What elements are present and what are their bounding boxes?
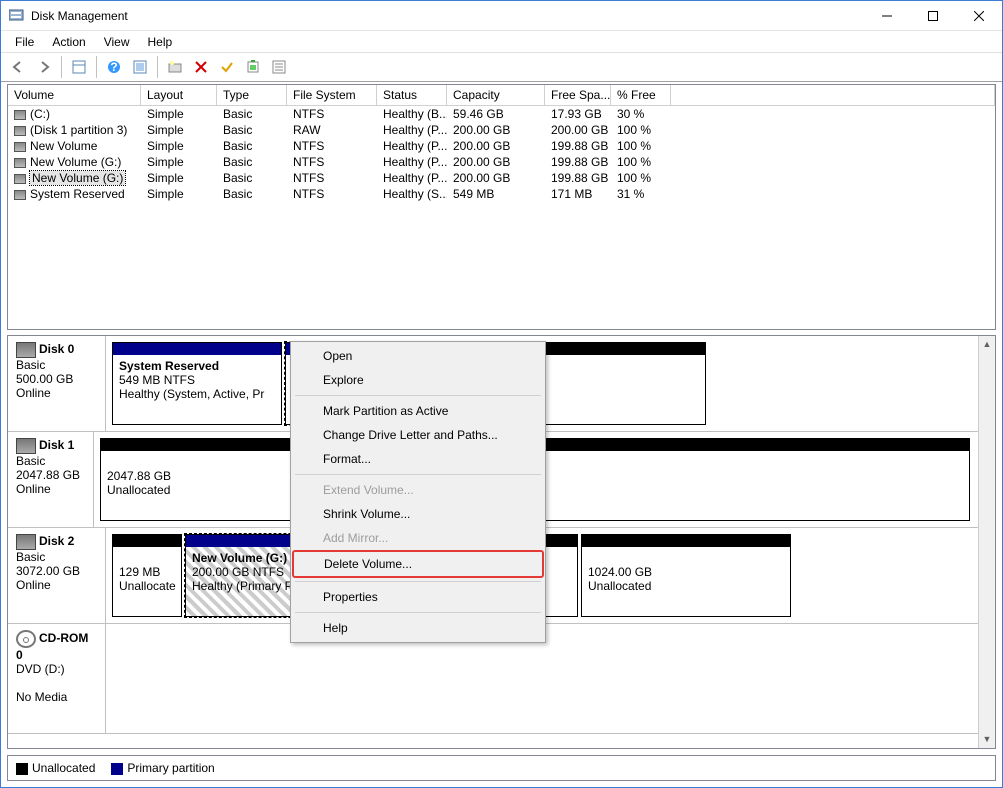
properties-icon[interactable] (268, 56, 290, 78)
close-button[interactable] (956, 1, 1002, 31)
col-type[interactable]: Type (217, 85, 287, 105)
menu-file[interactable]: File (7, 33, 42, 51)
col-status[interactable]: Status (377, 85, 447, 105)
ctx-format[interactable]: Format... (293, 447, 543, 471)
legend: Unallocated Primary partition (7, 755, 996, 781)
table-row[interactable]: New Volume (G:)SimpleBasicNTFSHealthy (P… (8, 170, 995, 186)
help-icon[interactable]: ? (103, 56, 125, 78)
menubar: File Action View Help (1, 31, 1002, 53)
table-row[interactable]: New Volume (G:)SimpleBasicNTFSHealthy (P… (8, 154, 995, 170)
legend-unallocated: Unallocated (16, 761, 95, 775)
titlebar: Disk Management (1, 1, 1002, 31)
volume-list-header: Volume Layout Type File System Status Ca… (8, 85, 995, 106)
ctx-properties[interactable]: Properties (293, 585, 543, 609)
legend-primary: Primary partition (111, 761, 214, 775)
col-volume[interactable]: Volume (8, 85, 141, 105)
refresh-icon[interactable] (129, 56, 151, 78)
scroll-down-icon[interactable]: ▼ (979, 731, 995, 748)
window-title: Disk Management (31, 9, 128, 23)
disk-info: Disk 2Basic3072.00 GBOnline (8, 528, 106, 623)
disk-info: Disk 1Basic2047.88 GBOnline (8, 432, 94, 527)
menu-view[interactable]: View (96, 33, 138, 51)
delete-icon[interactable] (190, 56, 212, 78)
col-free[interactable]: Free Spa... (545, 85, 611, 105)
svg-text:?: ? (110, 60, 117, 74)
toolbar: ? (1, 53, 1002, 82)
col-spacer (671, 85, 995, 105)
scrollbar[interactable]: ▲ ▼ (978, 336, 995, 748)
menu-action[interactable]: Action (44, 33, 93, 51)
disk-info: CD-ROM 0DVD (D:)No Media (8, 624, 106, 733)
ctx-mark-active[interactable]: Mark Partition as Active (293, 399, 543, 423)
settings-icon[interactable] (164, 56, 186, 78)
disk-info: Disk 0Basic500.00 GBOnline (8, 336, 106, 431)
minimize-button[interactable] (864, 1, 910, 31)
col-capacity[interactable]: Capacity (447, 85, 545, 105)
col-filesystem[interactable]: File System (287, 85, 377, 105)
rescan-icon[interactable] (242, 56, 264, 78)
ctx-delete-volume[interactable]: Delete Volume... (292, 550, 544, 578)
table-row[interactable]: New VolumeSimpleBasicNTFSHealthy (P...20… (8, 138, 995, 154)
partition[interactable]: 1024.00 GBUnallocated (581, 534, 791, 617)
check-icon[interactable] (216, 56, 238, 78)
ctx-add-mirror: Add Mirror... (293, 526, 543, 550)
scroll-up-icon[interactable]: ▲ (979, 336, 995, 353)
app-icon (9, 8, 25, 24)
ctx-open[interactable]: Open (293, 344, 543, 368)
ctx-help[interactable]: Help (293, 616, 543, 640)
partition[interactable]: 129 MBUnallocate (112, 534, 182, 617)
table-row[interactable]: System ReservedSimpleBasicNTFSHealthy (S… (8, 186, 995, 202)
forward-button[interactable] (33, 56, 55, 78)
ctx-extend: Extend Volume... (293, 478, 543, 502)
partition[interactable]: System Reserved549 MB NTFSHealthy (Syste… (112, 342, 282, 425)
maximize-button[interactable] (910, 1, 956, 31)
ctx-change-letter[interactable]: Change Drive Letter and Paths... (293, 423, 543, 447)
context-menu: Open Explore Mark Partition as Active Ch… (290, 341, 546, 643)
col-layout[interactable]: Layout (141, 85, 217, 105)
back-button[interactable] (7, 56, 29, 78)
table-row[interactable]: (Disk 1 partition 3)SimpleBasicRAWHealth… (8, 122, 995, 138)
volume-list[interactable]: Volume Layout Type File System Status Ca… (7, 84, 996, 330)
ctx-explore[interactable]: Explore (293, 368, 543, 392)
ctx-shrink[interactable]: Shrink Volume... (293, 502, 543, 526)
show-hide-button[interactable] (68, 56, 90, 78)
table-row[interactable]: (C:)SimpleBasicNTFSHealthy (B...59.46 GB… (8, 106, 995, 122)
menu-help[interactable]: Help (140, 33, 181, 51)
col-pct-free[interactable]: % Free (611, 85, 671, 105)
